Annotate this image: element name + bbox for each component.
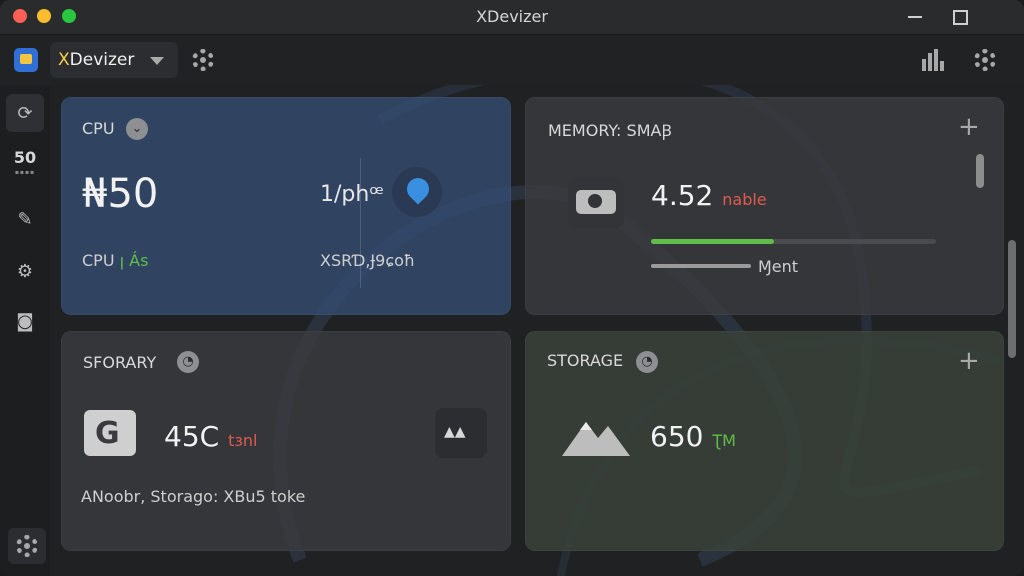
- add-icon[interactable]: +: [958, 114, 980, 140]
- chevron-down-icon[interactable]: ⌄: [126, 118, 148, 140]
- storage-value-tag: ƮM: [712, 431, 736, 450]
- camera-icon: ◙: [16, 310, 34, 332]
- bar-chart-icon[interactable]: [922, 49, 946, 71]
- storage-value-number: 650: [650, 420, 704, 453]
- puzzle-icon: ✎: [17, 208, 33, 230]
- cpu-secondary-label: XSRƊ,Ɉ9ɕoħ: [320, 251, 416, 270]
- timer-icon[interactable]: ◔: [177, 351, 199, 373]
- mountain-icon: [562, 422, 630, 456]
- sforary-footer: ANoobr, Storago: XBu5 toke: [81, 487, 306, 506]
- sforary-value: 45C tɜnl: [164, 420, 257, 453]
- app-selector-dropdown[interactable]: XDevizer: [50, 42, 178, 78]
- add-icon[interactable]: +: [958, 348, 980, 374]
- fifty-icon: ▪▪▪▪: [14, 169, 36, 176]
- app-logo-icon: [14, 48, 38, 72]
- gear-icon: [16, 535, 38, 557]
- memory-scrollbar[interactable]: [976, 154, 984, 188]
- cpu-sub-tag: ꞁ Ás: [119, 251, 149, 270]
- sforary-card-title: SFORARY: [83, 353, 157, 372]
- memory-value-tag: nable: [722, 190, 767, 209]
- sidebar-settings-button[interactable]: [8, 528, 46, 564]
- memory-secondary-bar: [651, 264, 751, 268]
- settings-gear-icon[interactable]: [974, 49, 996, 71]
- toolbar: XDevizer: [0, 35, 1024, 85]
- cpu-card-title: CPU: [82, 119, 115, 138]
- sidebar-item-puzzle[interactable]: ✎: [6, 200, 44, 238]
- sforary-value-tag: tɜnl: [228, 431, 258, 450]
- app-name: XDevizer: [58, 50, 134, 70]
- refresh-icon: ⟳: [17, 102, 33, 124]
- sidebar-item-fifty[interactable]: 50 ▪▪▪▪: [6, 146, 44, 184]
- memory-value-number: 4.52: [651, 179, 714, 212]
- app-name-rest: Devizer: [69, 50, 135, 70]
- droplet-icon[interactable]: [392, 167, 442, 217]
- gear-icon: ⚙: [16, 260, 34, 282]
- memory-sub-label: Ɱent: [758, 257, 799, 276]
- cpu-sub-text: CPU: [82, 251, 115, 270]
- cpu-value: ₦50: [82, 171, 159, 217]
- memory-card-title: MEMORY: SMAꞴ: [548, 121, 672, 140]
- storage-card-title: STORAGE: [547, 351, 624, 370]
- maximize-icon[interactable]: [953, 10, 968, 25]
- app-window: XDevizer XDevizer ⟳ 50 ▪▪▪▪ ✎ ⚙ ◙ CPU ⌄ …: [0, 0, 1024, 576]
- storage-value: 650 ƮM: [650, 420, 736, 453]
- sidebar-item-fifty-label: 50: [13, 148, 37, 167]
- timer-icon[interactable]: ◔: [636, 351, 658, 373]
- app-name-initial: X: [58, 50, 70, 70]
- storage-drive-icon: [84, 410, 136, 456]
- window-title: XDevizer: [476, 7, 548, 26]
- memory-progress-fill: [651, 239, 774, 244]
- sidebar: ⟳ 50 ▪▪▪▪ ✎ ⚙ ◙: [0, 86, 50, 576]
- sidebar-item-settings[interactable]: ⚙: [6, 252, 44, 290]
- memory-progress-bar: [651, 239, 936, 244]
- window-scrollbar[interactable]: [1008, 240, 1016, 358]
- chevron-down-icon: [150, 57, 164, 65]
- memory-value: 4.52 nable: [651, 179, 767, 212]
- title-bar: XDevizer: [0, 0, 1024, 35]
- mountains-tile-icon[interactable]: [435, 408, 487, 458]
- gear-icon[interactable]: [192, 49, 214, 71]
- sidebar-item-refresh[interactable]: ⟳: [6, 94, 44, 132]
- minimize-icon[interactable]: [908, 16, 922, 18]
- cpu-secondary-value: 1/phꟹ: [320, 182, 384, 207]
- sidebar-item-camera[interactable]: ◙: [6, 302, 44, 340]
- sforary-value-number: 45C: [164, 420, 220, 453]
- cpu-sub-label: CPU ꞁ Ás: [82, 251, 148, 270]
- camera-icon: [568, 178, 624, 228]
- cpu-card[interactable]: CPU ⌄ ₦50 CPU ꞁ Ás 1/phꟹ XSRƊ,Ɉ9ɕoħ: [61, 97, 511, 315]
